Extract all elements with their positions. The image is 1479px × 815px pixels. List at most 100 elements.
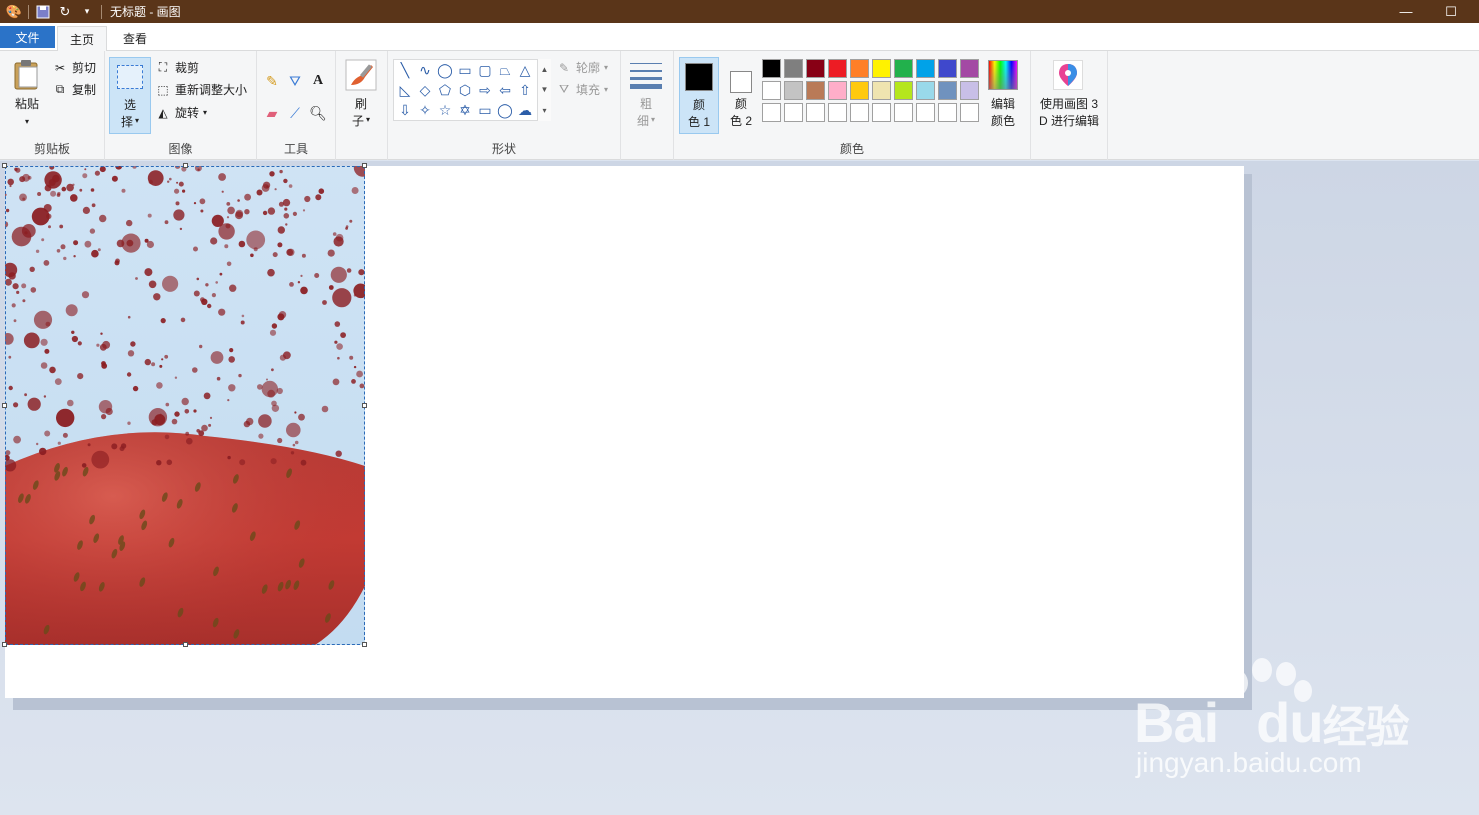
palette-color-swatch[interactable] [850, 81, 869, 100]
palette-color-swatch[interactable] [938, 81, 957, 100]
save-icon[interactable] [35, 4, 51, 20]
edit-with-paint3d-button[interactable]: 使用画图 3 D 进行编辑 [1034, 57, 1104, 134]
palette-color-swatch[interactable] [960, 81, 979, 100]
resize-handle-bottom-right[interactable] [362, 642, 367, 647]
title-bar: 🎨 ↻ ▾ 无标题 - 画图 — ☐ [0, 0, 1479, 23]
right-triangle-shape-icon[interactable]: ◺ [396, 81, 414, 99]
palette-color-swatch[interactable] [784, 103, 803, 122]
palette-color-swatch[interactable] [762, 103, 781, 122]
copy-button[interactable]: ⧉ 复制 [52, 81, 96, 98]
palette-color-swatch[interactable] [894, 103, 913, 122]
minimize-button[interactable]: — [1383, 0, 1429, 23]
select-button[interactable]: 选 择 ▾ [109, 57, 151, 134]
triangle-shape-icon[interactable]: △ [516, 61, 534, 79]
resize-button[interactable]: ⬚ 重新调整大小 [155, 81, 247, 98]
palette-color-swatch[interactable] [762, 81, 781, 100]
palette-color-swatch[interactable] [916, 59, 935, 78]
rounded-callout-shape-icon[interactable]: ▭ [476, 101, 494, 119]
palette-color-swatch[interactable] [806, 103, 825, 122]
color-picker-icon[interactable]: ⟋ [285, 103, 305, 123]
selection-border[interactable] [5, 166, 365, 645]
color-1-button[interactable]: 颜 色 1 [679, 57, 719, 134]
oval-shape-icon[interactable]: ◯ [436, 61, 454, 79]
eraser-icon[interactable]: ▰ [262, 103, 282, 123]
palette-color-swatch[interactable] [850, 59, 869, 78]
up-arrow-shape-icon[interactable]: ⇧ [516, 81, 534, 99]
palette-color-swatch[interactable] [916, 81, 935, 100]
magnifier-icon[interactable]: 🔍︎ [308, 103, 328, 123]
palette-color-swatch[interactable] [806, 81, 825, 100]
expand-gallery-icon[interactable]: ▾ [542, 106, 546, 115]
brushes-button[interactable]: 刷 子 ▾ [341, 57, 381, 134]
group-label-tools: 工具 [283, 142, 308, 156]
resize-handle-left[interactable] [2, 403, 7, 408]
resize-handle-top[interactable] [183, 163, 188, 168]
drawing-canvas[interactable] [2, 163, 1244, 698]
rotate-button[interactable]: ◭ 旋转 ▾ [155, 104, 207, 121]
curve-shape-icon[interactable]: ∿ [416, 61, 434, 79]
tab-view[interactable]: 查看 [110, 26, 160, 51]
palette-color-swatch[interactable] [872, 59, 891, 78]
palette-color-swatch[interactable] [894, 81, 913, 100]
redo-icon[interactable]: ↻ [57, 4, 73, 20]
scroll-up-icon[interactable]: ▲ [541, 65, 549, 74]
shapes-scrollbar[interactable]: ▲ ▼ ▾ [537, 59, 551, 121]
cut-button[interactable]: ✂ 剪切 [52, 59, 96, 76]
palette-color-swatch[interactable] [806, 59, 825, 78]
quick-access-toolbar: 🎨 ↻ ▾ [0, 0, 102, 23]
pencil-icon[interactable]: ✎ [262, 71, 282, 91]
right-arrow-shape-icon[interactable]: ⇨ [476, 81, 494, 99]
diamond-shape-icon[interactable]: ◇ [416, 81, 434, 99]
scroll-down-icon[interactable]: ▼ [541, 85, 549, 94]
paste-button[interactable]: 粘贴 ▾ [6, 57, 48, 129]
crop-button[interactable]: ⛶ 裁剪 [155, 59, 199, 76]
color-2-label-a: 颜 [734, 97, 747, 111]
paint-app-icon[interactable]: 🎨 [6, 4, 22, 20]
resize-handle-bottom-left[interactable] [2, 642, 7, 647]
rectangle-shape-icon[interactable]: ▭ [456, 61, 474, 79]
fill-bucket-icon[interactable]: ⛛ [285, 71, 305, 91]
outline-button[interactable]: ✎ 轮廓 ▾ [556, 59, 608, 76]
customize-quick-access-icon[interactable]: ▾ [79, 4, 95, 20]
palette-color-swatch[interactable] [828, 81, 847, 100]
text-icon[interactable]: A [308, 71, 328, 91]
tab-home[interactable]: 主页 [57, 26, 107, 51]
palette-color-swatch[interactable] [784, 59, 803, 78]
palette-color-swatch[interactable] [960, 59, 979, 78]
edit-colors-button[interactable]: 编辑 颜色 [985, 57, 1021, 134]
polygon-shape-icon[interactable]: ⏢ [496, 61, 514, 79]
palette-color-swatch[interactable] [828, 59, 847, 78]
four-point-star-shape-icon[interactable]: ✧ [416, 101, 434, 119]
fill-bucket-icon: ⛛ [558, 82, 570, 96]
oval-callout-shape-icon[interactable]: ◯ [496, 101, 514, 119]
six-point-star-shape-icon[interactable]: ✡ [456, 101, 474, 119]
palette-color-swatch[interactable] [850, 103, 869, 122]
five-point-star-shape-icon[interactable]: ☆ [436, 101, 454, 119]
palette-color-swatch[interactable] [872, 103, 891, 122]
tab-file[interactable]: 文件 [0, 26, 55, 48]
palette-color-swatch[interactable] [938, 59, 957, 78]
hexagon-shape-icon[interactable]: ⬡ [456, 81, 474, 99]
palette-color-swatch[interactable] [938, 103, 957, 122]
palette-color-swatch[interactable] [916, 103, 935, 122]
cloud-callout-shape-icon[interactable]: ☁ [516, 101, 534, 119]
fill-button[interactable]: ⛛ 填充 ▾ [556, 81, 608, 98]
line-shape-icon[interactable]: ╲ [396, 61, 414, 79]
palette-color-swatch[interactable] [762, 59, 781, 78]
palette-color-swatch[interactable] [784, 81, 803, 100]
palette-color-swatch[interactable] [960, 103, 979, 122]
resize-handle-bottom[interactable] [183, 642, 188, 647]
pentagon-shape-icon[interactable]: ⬠ [436, 81, 454, 99]
palette-color-swatch[interactable] [894, 59, 913, 78]
rounded-rectangle-shape-icon[interactable]: ▢ [476, 61, 494, 79]
left-arrow-shape-icon[interactable]: ⇦ [496, 81, 514, 99]
size-button[interactable]: 粗 细 ▾ [626, 57, 666, 134]
resize-handle-top-left[interactable] [2, 163, 7, 168]
down-arrow-shape-icon[interactable]: ⇩ [396, 101, 414, 119]
color-2-button[interactable]: 颜 色 2 [721, 57, 761, 134]
palette-color-swatch[interactable] [872, 81, 891, 100]
resize-handle-top-right[interactable] [362, 163, 367, 168]
palette-color-swatch[interactable] [828, 103, 847, 122]
resize-handle-right[interactable] [362, 403, 367, 408]
maximize-button[interactable]: ☐ [1428, 0, 1474, 23]
